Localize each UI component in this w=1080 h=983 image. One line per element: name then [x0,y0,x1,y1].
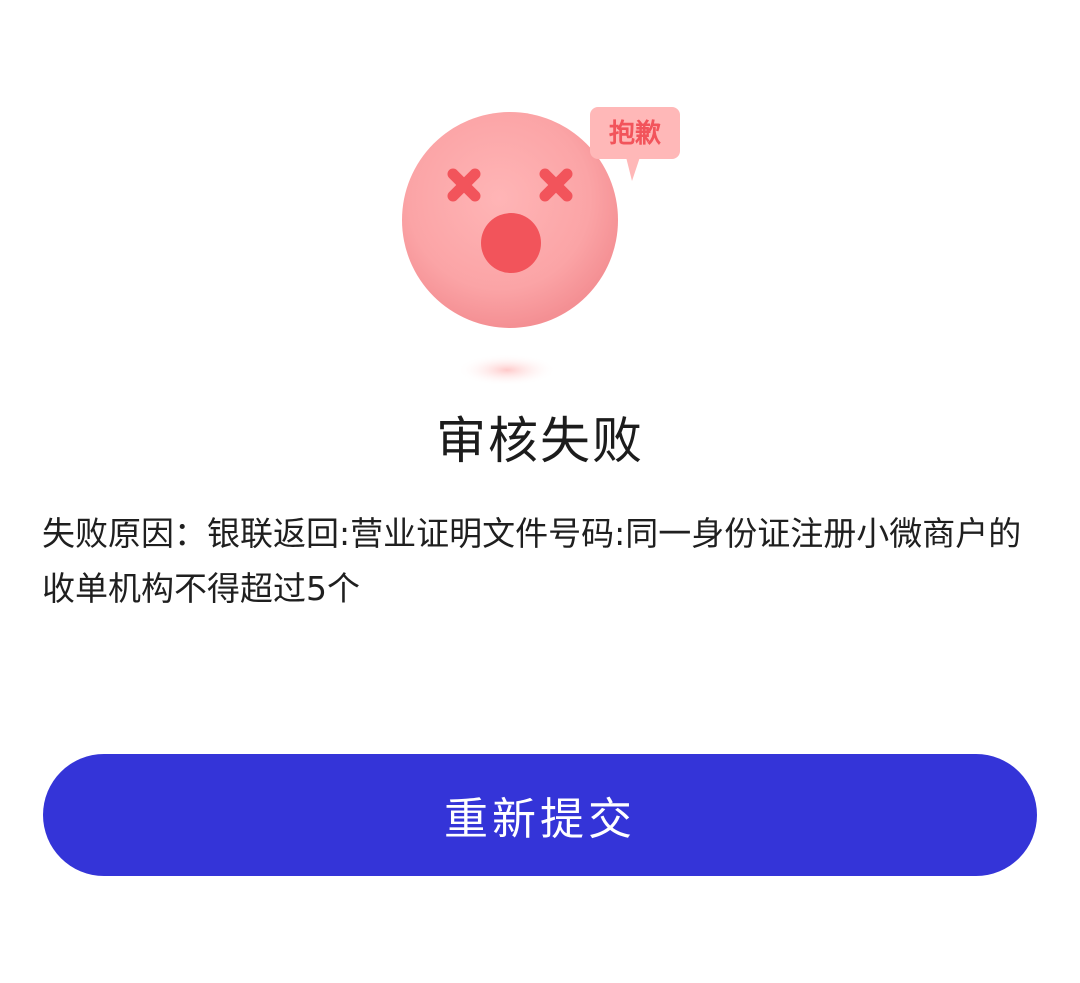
sad-face-illustration: 抱歉 [380,95,700,405]
face-shadow [457,354,557,386]
bubble-text: 抱歉 [609,119,661,149]
resubmit-button[interactable]: 重新提交 [43,754,1037,876]
face-mouth [481,213,541,273]
sad-face-icon: 抱歉 [402,107,680,386]
failure-reason-text: 失败原因：银联返回:营业证明文件号码:同一身份证注册小微商户的收单机构不得超过5… [42,514,1022,608]
right-x-eye [539,168,573,202]
page-title: 审核失败 [436,412,644,470]
left-x-eye [447,168,481,202]
